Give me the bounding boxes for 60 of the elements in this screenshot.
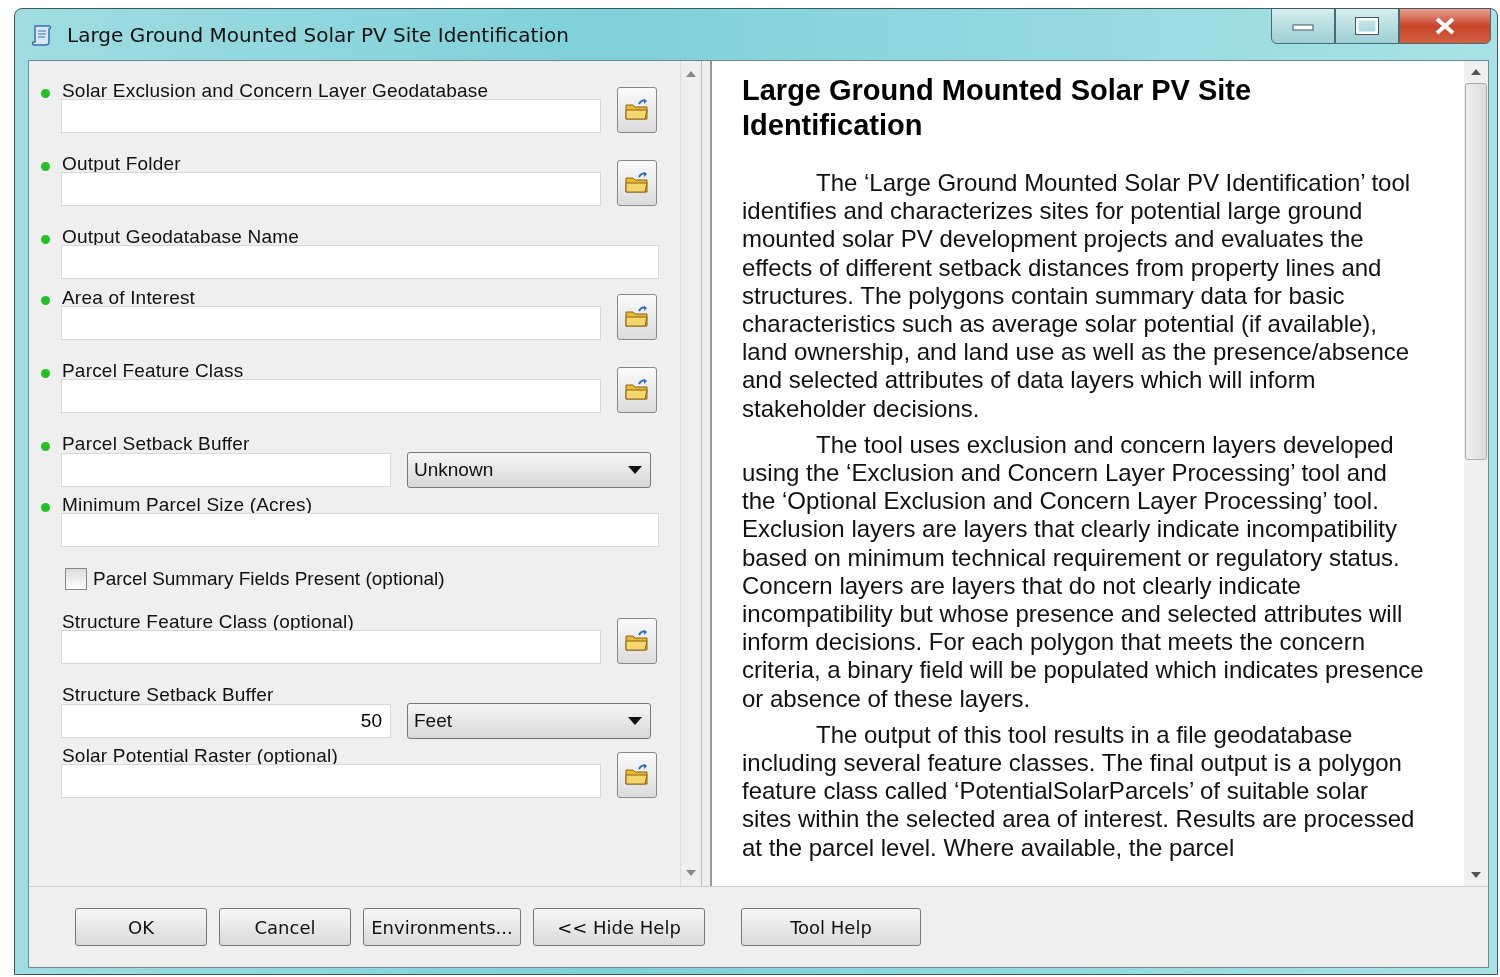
- browse-button[interactable]: [617, 294, 657, 340]
- parameter-label: Structure Feature Class (optional): [62, 611, 354, 633]
- input-field[interactable]: 50: [61, 704, 391, 738]
- checkbox[interactable]: [65, 568, 87, 590]
- minimize-button[interactable]: [1271, 9, 1335, 44]
- scroll-thumb[interactable]: [1465, 83, 1487, 460]
- parameter-label: Output Folder: [62, 153, 181, 175]
- help-paragraph: The output of this tool results in a file geodatabase including several feature classes. The final output is a polygon feature class called ‘PotentialSolarParcels’ of suitable solar sites within the selected area of interest. Results are processed at the parcel level. Where available, the parcel: [742, 720, 1416, 862]
- dialog-button[interactable]: Cancel: [219, 908, 351, 946]
- help-paragraph: The ‘Large Ground Mounted Solar PV Identification’ tool identifies and characterizes sites for potential large ground mounted solar PV development projects and evaluates the effects of different setback distances from property lines and structures. The polygons contain summary data for basic characteristics such as average solar potential (if available), land ownership, and land use as well as the presence/absence and selected attributes of data layers which will inform stakeholder decisions.: [742, 169, 1412, 423]
- parameter-label: Minimum Parcel Size (Acres): [62, 494, 313, 516]
- input-field[interactable]: [61, 764, 601, 798]
- input-field[interactable]: [61, 513, 659, 547]
- scroll-down-icon: [1471, 872, 1481, 878]
- unit-dropdown[interactable]: Unknown: [407, 452, 651, 488]
- maximize-icon: [1355, 17, 1379, 35]
- scroll-up-icon: [1471, 69, 1481, 75]
- help-paragraph: The tool uses exclusion and concern layers developed using the ‘Exclusion and Concern Layer Processing’ tool and the ‘Optional Exclusion and Concern Layer Processing’ tool. Exclusion layers are layers that clearly indicate incompatibility based on minimum technical requirement or regulatory status. Concern layers are layers that do not clearly indicate incompatibility but whose presence and selected attributes will inform decisions. For each polygon that meets the concern criteria, a binary field will be populated which indicates presence or absence of these layers.: [742, 430, 1424, 713]
- dialog-button[interactable]: OK: [75, 908, 207, 946]
- input-field[interactable]: [61, 99, 601, 133]
- input-field[interactable]: [61, 379, 601, 413]
- folder-icon: [624, 98, 650, 122]
- browse-button[interactable]: [617, 752, 657, 798]
- input-field[interactable]: [61, 306, 601, 340]
- unit-dropdown[interactable]: Feet: [407, 703, 651, 739]
- checkbox-label: Parcel Summary Fields Present (optional): [93, 568, 445, 590]
- folder-icon: [624, 378, 650, 402]
- close-icon: [1434, 17, 1456, 35]
- browse-button[interactable]: [617, 367, 657, 413]
- scroll-down-icon: [686, 870, 696, 876]
- parameter-label: Solar Exclusion and Concern Layer Geodatabase: [62, 80, 489, 102]
- help-heading: Large Ground Mounted Solar PV Site Identification: [742, 73, 1253, 143]
- tool-help-button[interactable]: Tool Help: [741, 908, 921, 946]
- scroll-up-icon: [686, 71, 696, 77]
- input-field[interactable]: [61, 172, 601, 206]
- parameter-label: Parcel Setback Buffer: [62, 433, 250, 455]
- folder-icon: [624, 305, 650, 329]
- browse-button[interactable]: [617, 160, 657, 206]
- input-field[interactable]: [61, 630, 601, 664]
- parameter-label: Structure Setback Buffer: [62, 684, 274, 706]
- browse-button[interactable]: [617, 618, 657, 664]
- dropdown-arrow-icon: [628, 466, 642, 474]
- maximize-button[interactable]: [1335, 9, 1399, 44]
- close-button[interactable]: [1399, 9, 1491, 44]
- browse-button[interactable]: [617, 87, 657, 133]
- dialog-button[interactable]: Environments...: [363, 908, 521, 946]
- folder-icon: [624, 629, 650, 653]
- dialog-button[interactable]: << Hide Help: [533, 908, 705, 946]
- parameter-label: Area of Interest: [62, 287, 196, 309]
- input-field[interactable]: [61, 453, 391, 487]
- minimize-icon: [1292, 21, 1314, 31]
- window-title: Large Ground Mounted Solar PV Site Identification: [67, 22, 569, 47]
- folder-icon: [624, 171, 650, 195]
- parameter-label: Parcel Feature Class: [62, 360, 244, 382]
- parameter-label: Output Geodatabase Name: [62, 226, 299, 248]
- parameter-label: Solar Potential Raster (optional): [62, 745, 338, 767]
- scrollbar[interactable]: [1464, 61, 1488, 886]
- dropdown-arrow-icon: [628, 717, 642, 725]
- folder-icon: [624, 763, 650, 787]
- input-field[interactable]: [61, 245, 659, 279]
